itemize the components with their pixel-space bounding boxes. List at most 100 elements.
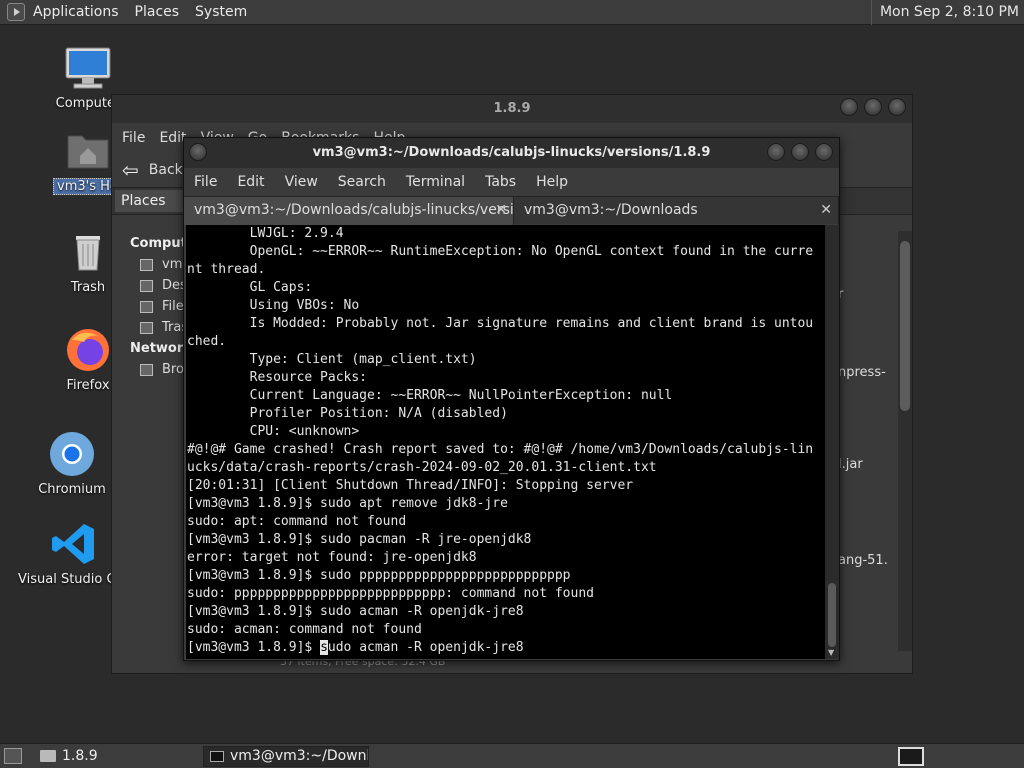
- terminal-line: [vm3@vm3 1.8.9]$ sudo apt remove jdk8-jr…: [187, 496, 508, 511]
- file-manager-scrollbar[interactable]: [898, 231, 912, 651]
- file-manager-titlebar[interactable]: 1.8.9: [112, 95, 912, 123]
- terminal-title: vm3@vm3:~/Downloads/calubjs-linucks/vers…: [312, 145, 711, 160]
- terminal-line: #@!@# Game crashed! Crash report saved t…: [187, 442, 814, 457]
- terminal-line: sudo: ppppppppppppppppppppppppppp: comma…: [187, 586, 594, 601]
- applications-icon[interactable]: [7, 3, 25, 21]
- terminal-menubar: File Edit View Search Terminal Tabs Help: [184, 168, 839, 196]
- folder-launcher-label[interactable]: 1.8.9: [62, 748, 98, 764]
- fm-menu-file[interactable]: File: [122, 130, 145, 146]
- drive-icon: [140, 301, 153, 313]
- top-panel: Applications Places System Mon Sep 2, 8:…: [0, 0, 1024, 25]
- term-menu-edit[interactable]: Edit: [237, 174, 264, 190]
- sidebar-header-computer: Computer: [130, 236, 203, 251]
- terminal-line: OpenGL: ~~ERROR~~ RuntimeException: No O…: [187, 244, 814, 259]
- menu-applications[interactable]: Applications: [25, 0, 127, 25]
- terminal-output[interactable]: LWJGL: 2.9.4 OpenGL: ~~ERROR~~ RuntimeEx…: [186, 225, 827, 659]
- file-item[interactable]: ang-51.: [838, 553, 888, 568]
- term-menu-search[interactable]: Search: [338, 174, 386, 190]
- bottom-panel: 1.8.9 vm3@vm3:~/Downl...: [0, 743, 1024, 768]
- terminal-line: [vm3@vm3 1.8.9]$ sudo acman -R openjdk-j…: [187, 604, 524, 619]
- chromium-icon: [48, 430, 96, 478]
- terminal-icon: [210, 751, 224, 762]
- sidebar-item-trash[interactable]: Trash: [112, 317, 187, 338]
- home-folder-icon: [64, 126, 112, 174]
- file-item[interactable]: npress-: [838, 365, 886, 380]
- terminal-line: ucks/data/crash-reports/crash-2024-09-02…: [187, 460, 657, 475]
- menu-system[interactable]: System: [187, 0, 255, 25]
- scroll-down-arrow-icon[interactable]: ▼: [828, 648, 834, 657]
- scrollbar-thumb[interactable]: [900, 241, 910, 411]
- close-button[interactable]: [888, 98, 906, 116]
- terminal-line: [vm3@vm3 1.8.9]$ sudo pppppppppppppppppp…: [187, 568, 571, 583]
- file-item[interactable]: l.jar: [838, 457, 863, 472]
- terminal-line: Resource Packs:: [187, 370, 368, 385]
- maximize-button[interactable]: [864, 98, 882, 116]
- network-icon: [140, 364, 153, 376]
- terminal-cursor: s: [320, 640, 328, 655]
- close-icon[interactable]: ✕: [495, 197, 507, 224]
- sidebar-item-home[interactable]: vm3: [112, 254, 187, 275]
- close-icon[interactable]: ✕: [820, 197, 832, 224]
- home-icon: [140, 259, 153, 271]
- terminal-tab-2[interactable]: vm3@vm3:~/Downloads ✕: [514, 197, 839, 225]
- sidebar-item-filesystem[interactable]: File System: [112, 296, 187, 317]
- desktop-icon-label: Chromium: [38, 482, 106, 497]
- terminal-line: ched.: [187, 334, 227, 349]
- desktop-icon-chromium[interactable]: Chromium: [22, 430, 122, 497]
- terminal-prompt-line[interactable]: [vm3@vm3 1.8.9]$ sudo acman -R openjdk-j…: [186, 639, 827, 657]
- minimize-button[interactable]: [840, 98, 858, 116]
- folder-icon[interactable]: [40, 750, 56, 762]
- maximize-button[interactable]: [791, 143, 809, 161]
- workspace-switcher[interactable]: [898, 747, 924, 766]
- close-button[interactable]: [815, 143, 833, 161]
- scrollbar-thumb[interactable]: [828, 583, 836, 647]
- terminal-tabbar: vm3@vm3:~/Downloads/calubjs-linucks/vers…: [184, 196, 839, 225]
- terminal-window: vm3@vm3:~/Downloads/calubjs-linucks/vers…: [183, 137, 840, 661]
- terminal-line: nt thread.: [187, 262, 266, 277]
- file-list-peek: r npress- l.jar ang-51.: [838, 263, 898, 643]
- terminal-line: Using VBOs: No: [187, 298, 360, 313]
- prompt-prefix: [vm3@vm3 1.8.9]$: [187, 640, 321, 655]
- term-menu-tabs[interactable]: Tabs: [485, 174, 516, 190]
- term-menu-view[interactable]: View: [285, 174, 318, 190]
- sidebar-item-desktop[interactable]: Desktop: [112, 275, 187, 296]
- terminal-tab-1[interactable]: vm3@vm3:~/Downloads/calubjs-linucks/vers…: [184, 197, 514, 225]
- terminal-line: Profiler Position: N/A (disabled): [187, 406, 508, 421]
- prompt-command: udo acman -R openjdk-jre8: [327, 640, 524, 655]
- clock[interactable]: Mon Sep 2, 8:10 PM: [870, 0, 1024, 25]
- terminal-line: sudo: apt: command not found: [187, 514, 407, 529]
- terminal-line: sudo: acman: command not found: [187, 622, 422, 637]
- tab-label: vm3@vm3:~/Downloads: [524, 202, 698, 218]
- firefox-icon: [64, 326, 112, 374]
- menu-places[interactable]: Places: [127, 0, 188, 25]
- terminal-line: Is Modded: Probably not. Jar signature r…: [187, 316, 814, 331]
- tab-label: vm3@vm3:~/Downloads/calubjs-linucks/vers…: [194, 202, 514, 218]
- terminal-titlebar[interactable]: vm3@vm3:~/Downloads/calubjs-linucks/vers…: [184, 138, 839, 168]
- minimize-button[interactable]: [767, 143, 785, 161]
- computer-icon: [64, 44, 112, 92]
- taskbar-label: vm3@vm3:~/Downl...: [230, 748, 369, 764]
- show-desktop-icon[interactable]: [4, 748, 22, 764]
- term-menu-file[interactable]: File: [194, 174, 217, 190]
- terminal-scrollbar[interactable]: ▼: [825, 225, 839, 659]
- back-button[interactable]: Back: [149, 162, 183, 178]
- sidebar-header-network: Network: [130, 341, 192, 356]
- terminal-line: Current Language: ~~ERROR~~ NullPointerE…: [187, 388, 673, 403]
- terminal-line: Type: Client (map_client.txt): [187, 352, 477, 367]
- terminal-line: GL Caps:: [187, 280, 313, 295]
- sidebar-item-browse-network[interactable]: Browse Network: [112, 359, 187, 380]
- back-arrow-icon[interactable]: ⇦: [122, 158, 139, 182]
- vscode-icon: [50, 520, 98, 568]
- terminal-line: [20:01:31] [Client Shutdown Thread/INFO]…: [187, 478, 634, 493]
- term-menu-terminal[interactable]: Terminal: [406, 174, 465, 190]
- terminal-line: [vm3@vm3 1.8.9]$ sudo pacman -R jre-open…: [187, 532, 532, 547]
- term-menu-help[interactable]: Help: [536, 174, 568, 190]
- desktop-icon: [140, 280, 153, 292]
- terminal-text: LWJGL: 2.9.4 OpenGL: ~~ERROR~~ RuntimeEx…: [186, 225, 827, 639]
- terminal-line: LWJGL: 2.9.4: [187, 226, 344, 241]
- window-menu-button[interactable]: [189, 143, 207, 161]
- places-dropdown[interactable]: Places: [115, 190, 189, 212]
- trash-icon: [64, 228, 112, 276]
- file-manager-title: 1.8.9: [493, 101, 531, 116]
- taskbar-terminal-button[interactable]: vm3@vm3:~/Downl...: [203, 746, 369, 767]
